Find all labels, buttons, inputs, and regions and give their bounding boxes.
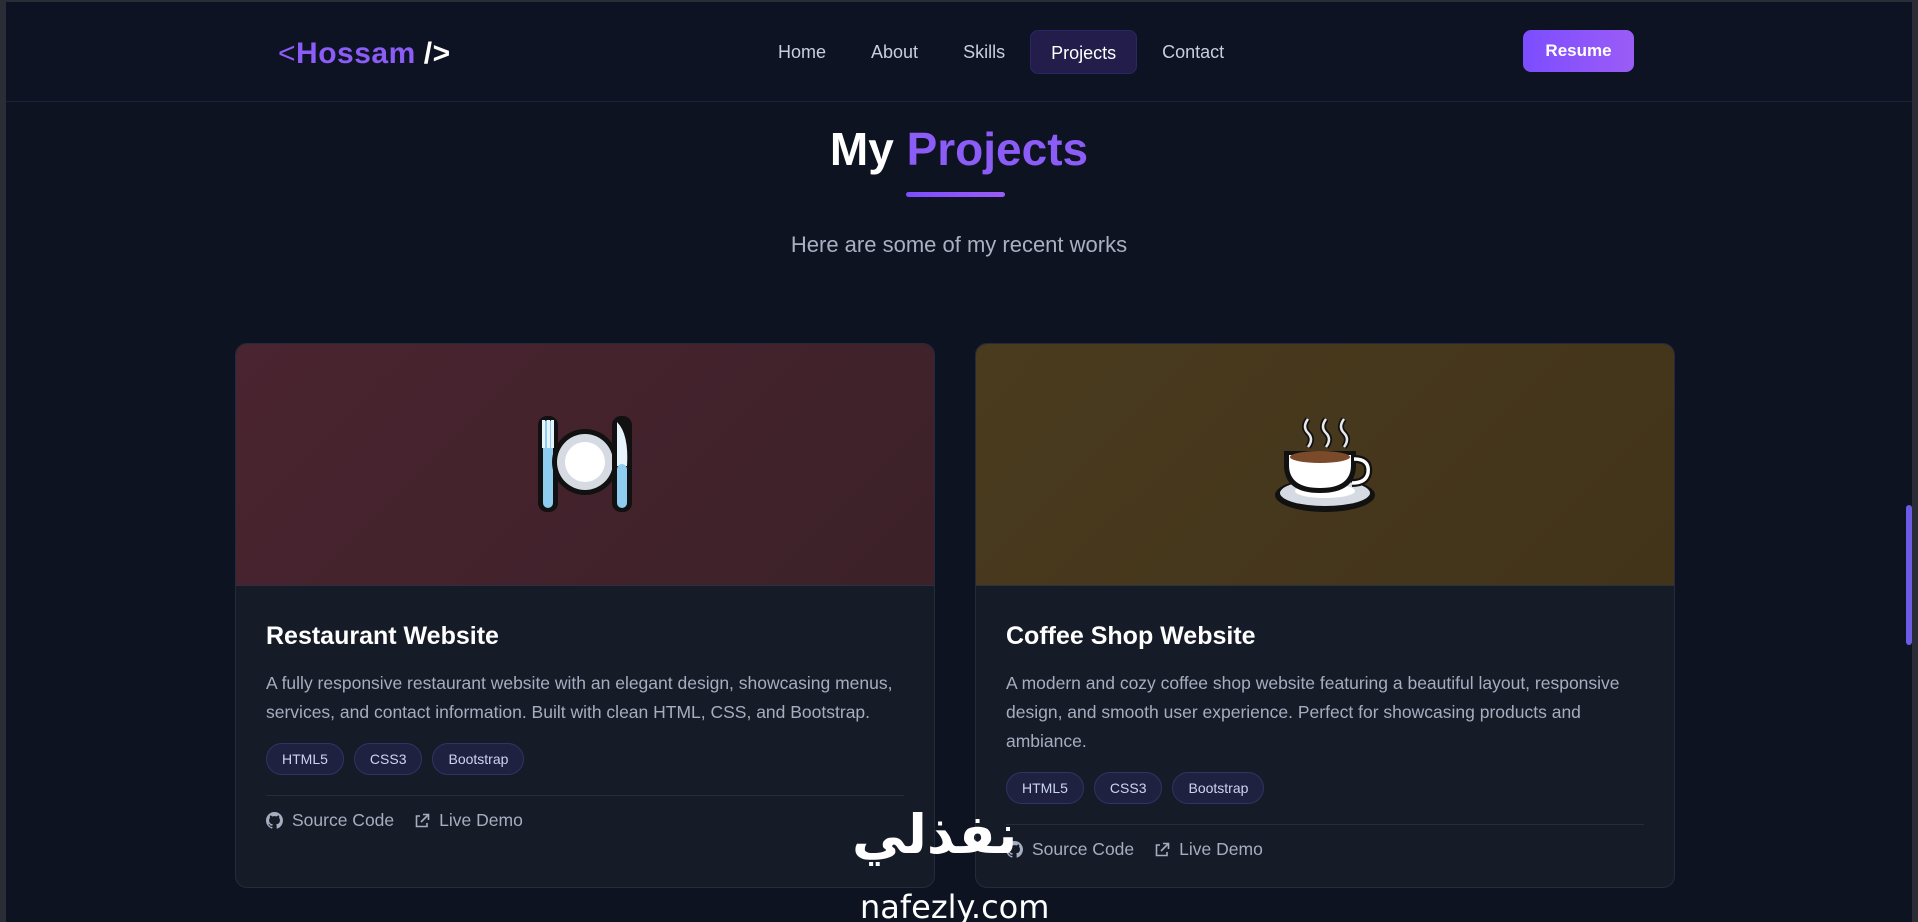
page-title-part1: My <box>829 123 894 175</box>
external-link-icon <box>1155 842 1170 856</box>
page-title-part2: Projects <box>906 123 1089 175</box>
nav-item-home[interactable]: Home <box>758 30 846 74</box>
logo-close-bracket: /> <box>423 37 451 70</box>
nav-item-skills[interactable]: Skills <box>943 30 1025 74</box>
plate-fork-knife-icon <box>538 415 632 512</box>
project-title: Coffee Shop Website <box>1006 622 1256 650</box>
tag-html5: HTML5 <box>1006 772 1084 804</box>
project-description: A fully responsive restaurant website wi… <box>266 673 893 722</box>
project-description: A modern and cozy coffee shop website fe… <box>1006 673 1620 751</box>
tag-css3: CSS3 <box>353 743 423 775</box>
title-underline <box>906 192 1005 197</box>
card-divider <box>266 795 904 796</box>
source-code-label: Source Code <box>1032 839 1135 859</box>
live-demo-link[interactable]: Live Demo <box>1154 839 1263 860</box>
project-card-restaurant: Restaurant Website A fully responsive re… <box>235 343 935 888</box>
tag-list: HTML5 CSS3 Bootstrap <box>1006 772 1644 804</box>
project-image <box>976 344 1674 586</box>
live-demo-link[interactable]: Live Demo <box>414 810 523 831</box>
tag-html5: HTML5 <box>266 743 344 775</box>
resume-button[interactable]: Resume <box>1523 30 1634 72</box>
logo-name: Hossam <box>296 37 416 70</box>
source-code-link[interactable]: Source Code <box>1006 839 1134 860</box>
scrollbar-thumb[interactable] <box>1906 505 1912 645</box>
tag-list: HTML5 CSS3 Bootstrap <box>266 743 904 775</box>
watermark-latin: nafezly.com <box>860 888 1050 922</box>
hot-coffee-icon <box>1275 416 1375 512</box>
tag-bootstrap: Bootstrap <box>1172 772 1265 804</box>
project-links: Source Code Live Demo <box>1006 839 1644 860</box>
nav-item-contact[interactable]: Contact <box>1142 30 1244 74</box>
page-title: My Projects <box>0 122 1918 176</box>
logo-open-bracket: < <box>278 37 297 70</box>
card-divider <box>1006 824 1644 825</box>
main-menu: Home About Skills Projects Contact <box>758 30 1249 74</box>
nav-item-projects[interactable]: Projects <box>1030 30 1138 74</box>
external-link-icon <box>415 813 430 827</box>
project-image <box>236 344 934 586</box>
github-icon <box>266 812 283 829</box>
source-code-label: Source Code <box>292 810 395 830</box>
nav-item-about[interactable]: About <box>851 30 938 74</box>
tag-bootstrap: Bootstrap <box>432 743 525 775</box>
navbar: <Hossam/> Home About Skills Projects Con… <box>6 2 1912 102</box>
page-subtitle: Here are some of my recent works <box>790 232 1128 257</box>
live-demo-label: Live Demo <box>1179 839 1263 859</box>
source-code-link[interactable]: Source Code <box>266 810 394 831</box>
project-card-coffee-shop: Coffee Shop Website A modern and cozy co… <box>975 343 1675 888</box>
logo[interactable]: <Hossam/> <box>278 37 451 71</box>
live-demo-label: Live Demo <box>439 810 523 830</box>
project-title: Restaurant Website <box>266 622 499 650</box>
project-links: Source Code Live Demo <box>266 810 904 831</box>
tag-css3: CSS3 <box>1093 772 1163 804</box>
watermark-arabic: نفذلي <box>852 803 1018 866</box>
